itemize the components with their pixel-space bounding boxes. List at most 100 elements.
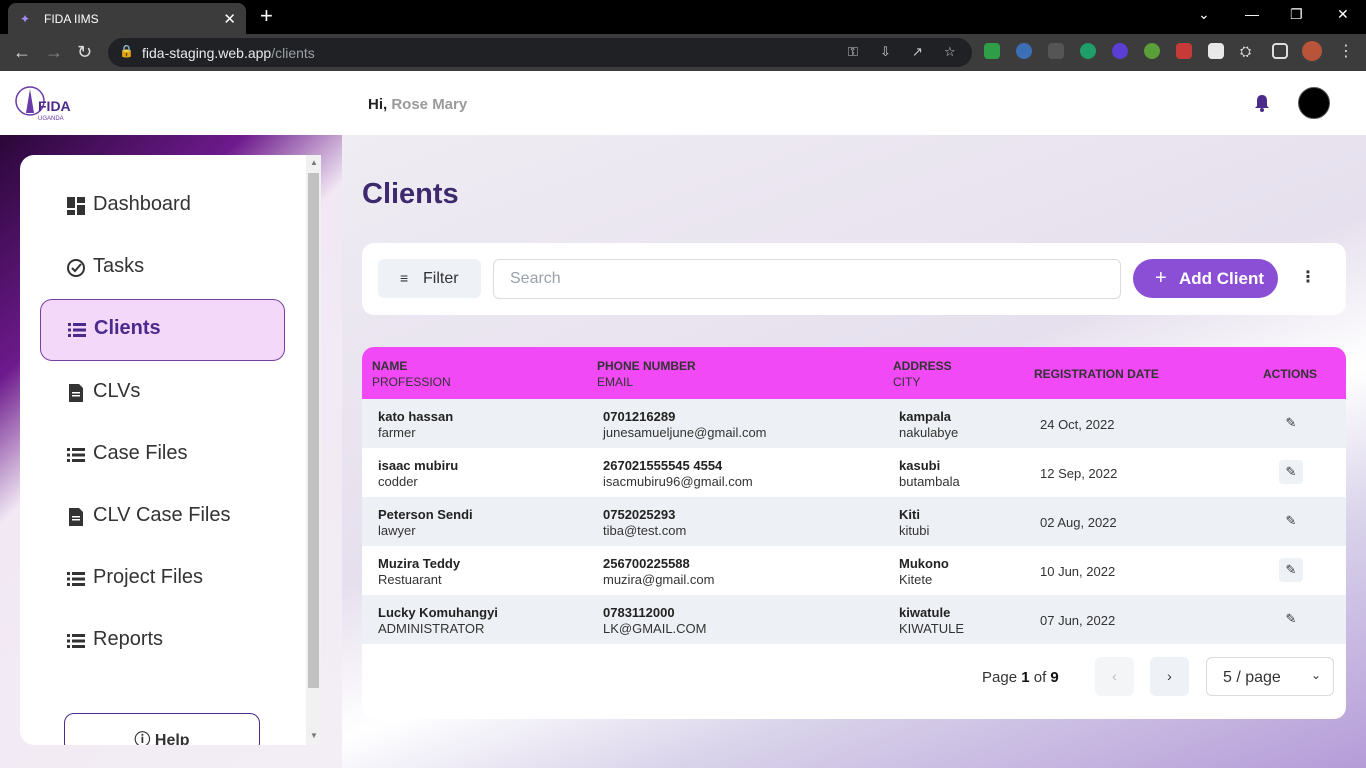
table-row[interactable]: Muzira Teddy Restuarant 256700225588 muzir…: [362, 546, 1346, 595]
registration-date: 02 Aug, 2022: [1040, 515, 1117, 530]
client-address: Mukono: [899, 556, 949, 571]
pencil-icon: ✎: [1285, 415, 1297, 430]
sidebar-item-clv-case-files[interactable]: CLV Case Files: [40, 487, 285, 549]
extension-red-icon[interactable]: [1176, 43, 1192, 59]
table-row[interactable]: kato hassan farmer 0701216289 junesamuelju…: [362, 399, 1346, 448]
table-row[interactable]: Lucky Komuhangyi ADMINISTRATOR 0783112000…: [362, 595, 1346, 644]
next-page-button[interactable]: ›: [1150, 657, 1189, 696]
header-registration-date: REGISTRATION DATE: [1034, 367, 1159, 381]
restore-icon[interactable]: ❐: [1290, 6, 1303, 23]
client-phone: 0783112000: [603, 605, 675, 620]
extension-icon[interactable]: [1048, 43, 1064, 59]
reload-icon[interactable]: ↻: [77, 42, 92, 62]
previous-page-button[interactable]: ‹: [1095, 657, 1134, 696]
svg-text:UGANDA: UGANDA: [38, 116, 64, 122]
search-input[interactable]: [493, 259, 1121, 299]
browser-menu-icon[interactable]: ⋮: [1338, 42, 1354, 62]
extension-gear-icon[interactable]: [1112, 43, 1128, 59]
more-options-icon[interactable]: ⋮: [1300, 267, 1316, 287]
key-icon[interactable]: ⚿: [848, 44, 858, 60]
sidebar-item-dashboard[interactable]: Dashboard: [40, 176, 285, 238]
new-tab-icon[interactable]: +: [260, 4, 273, 28]
browser-tabbar: ✦ FIDA IIMS ✕ + ⌄ — ❐ ✕: [0, 0, 1366, 34]
close-tab-icon[interactable]: ✕: [223, 10, 236, 28]
minimize-icon[interactable]: —: [1245, 6, 1259, 22]
extensions-puzzle-icon[interactable]: ⛭: [1240, 43, 1256, 59]
edit-client-button[interactable]: ✎: [1279, 558, 1303, 582]
side-panel-icon[interactable]: [1272, 43, 1288, 59]
sidebar-item-reports[interactable]: Reports: [40, 611, 285, 673]
filter-button[interactable]: ≡ Filter: [378, 259, 481, 298]
install-icon[interactable]: ⇩: [880, 44, 891, 60]
pencil-icon: ✎: [1285, 562, 1297, 577]
client-profession: ADMINISTRATOR: [378, 621, 485, 636]
share-icon[interactable]: ↗: [912, 44, 923, 60]
app-header: FIDA UGANDA Hi, Rose Mary: [0, 71, 1366, 135]
client-phone: 0752025293: [603, 507, 676, 522]
browser-tab[interactable]: ✦ FIDA IIMS ✕: [8, 3, 246, 34]
add-client-button[interactable]: + Add Client: [1133, 259, 1278, 298]
scroll-up-icon[interactable]: ▲: [310, 158, 318, 167]
sidebar-scrollbar[interactable]: ▲ ▼: [306, 155, 321, 745]
edit-client-button[interactable]: ✎: [1279, 411, 1303, 435]
client-name: isaac mubiru: [378, 458, 459, 473]
extension-note-icon[interactable]: [1208, 43, 1224, 59]
scroll-down-icon[interactable]: ▼: [310, 731, 318, 740]
client-name: Peterson Sendi: [378, 507, 473, 522]
pencil-icon: ✎: [1285, 513, 1297, 528]
user-avatar[interactable]: [1298, 87, 1330, 119]
client-address: kasubi: [899, 458, 941, 473]
app-favicon-icon: ✦: [20, 12, 31, 26]
client-profession: farmer: [378, 425, 416, 440]
user-name: Rose Mary: [391, 96, 468, 113]
header-address: ADDRESS CITY: [893, 359, 952, 389]
sidebar-item-project-files[interactable]: Project Files: [40, 549, 285, 611]
header-actions: ACTIONS: [1263, 367, 1317, 381]
extension-shield-icon[interactable]: [984, 43, 1000, 59]
client-profession: Restuarant: [378, 572, 442, 587]
extension-circle-icon[interactable]: [1080, 43, 1096, 59]
client-profession: codder: [378, 474, 418, 489]
sidebar-item-case-files[interactable]: Case Files: [40, 425, 285, 487]
header-name: NAME PROFESSION: [372, 359, 451, 389]
browser-toolbar: ← → ↻ 🔒 fida-staging.web.app/clients ⚿ ⇩…: [0, 34, 1366, 71]
profile-avatar-icon[interactable]: [1302, 41, 1322, 61]
address-bar[interactable]: 🔒 fida-staging.web.app/clients ⚿ ⇩ ↗ ☆: [108, 38, 972, 67]
client-profession: lawyer: [378, 523, 416, 538]
tab-search-icon[interactable]: ⌄: [1198, 6, 1210, 23]
sidebar-item-clients[interactable]: Clients: [40, 299, 285, 361]
client-city: nakulabye: [899, 425, 959, 440]
document-icon: [69, 508, 83, 526]
table-row[interactable]: isaac mubiru codder 267021555545 4554 isac…: [362, 448, 1346, 497]
table-row[interactable]: Peterson Sendi lawyer 0752025293 tiba@test…: [362, 497, 1346, 546]
notification-bell-icon[interactable]: [1252, 93, 1272, 113]
forward-icon[interactable]: →: [45, 42, 63, 62]
total-pages: 9: [1050, 669, 1059, 686]
extension-react-icon[interactable]: [1016, 43, 1032, 59]
edit-client-button[interactable]: ✎: [1279, 460, 1303, 484]
client-email: LK@GMAIL.COM: [603, 621, 707, 636]
bookmark-star-icon[interactable]: ☆: [944, 44, 956, 60]
client-address: kiwatule: [899, 605, 951, 620]
edit-client-button[interactable]: ✎: [1279, 607, 1303, 631]
client-name: Muzira Teddy: [378, 556, 461, 571]
close-window-icon[interactable]: ✕: [1337, 6, 1349, 23]
back-icon[interactable]: ←: [13, 42, 31, 62]
client-city: butambala: [899, 474, 960, 489]
pencil-icon: ✎: [1285, 611, 1297, 626]
sidebar-item-clvs[interactable]: CLVs: [40, 363, 285, 425]
registration-date: 10 Jun, 2022: [1040, 564, 1116, 579]
page-size-select[interactable]: 5 / page ⌄: [1206, 657, 1334, 696]
current-page: 1: [1021, 669, 1030, 686]
scrollbar-thumb[interactable]: [308, 173, 319, 688]
edit-client-button[interactable]: ✎: [1279, 509, 1303, 533]
page-title: Clients: [362, 178, 459, 210]
help-button[interactable]: ⓘ Help: [64, 713, 260, 745]
list-icon: [68, 323, 86, 337]
clients-table: NAME PROFESSION PHONE NUMBER EMAIL ADDRESS…: [362, 347, 1346, 719]
chevron-left-icon: ‹: [1112, 668, 1117, 684]
help-circle-icon: ⓘ: [134, 732, 151, 745]
client-city: kitubi: [899, 523, 930, 538]
sidebar-item-tasks[interactable]: Tasks: [40, 238, 285, 300]
extension-globe-icon[interactable]: [1144, 43, 1160, 59]
